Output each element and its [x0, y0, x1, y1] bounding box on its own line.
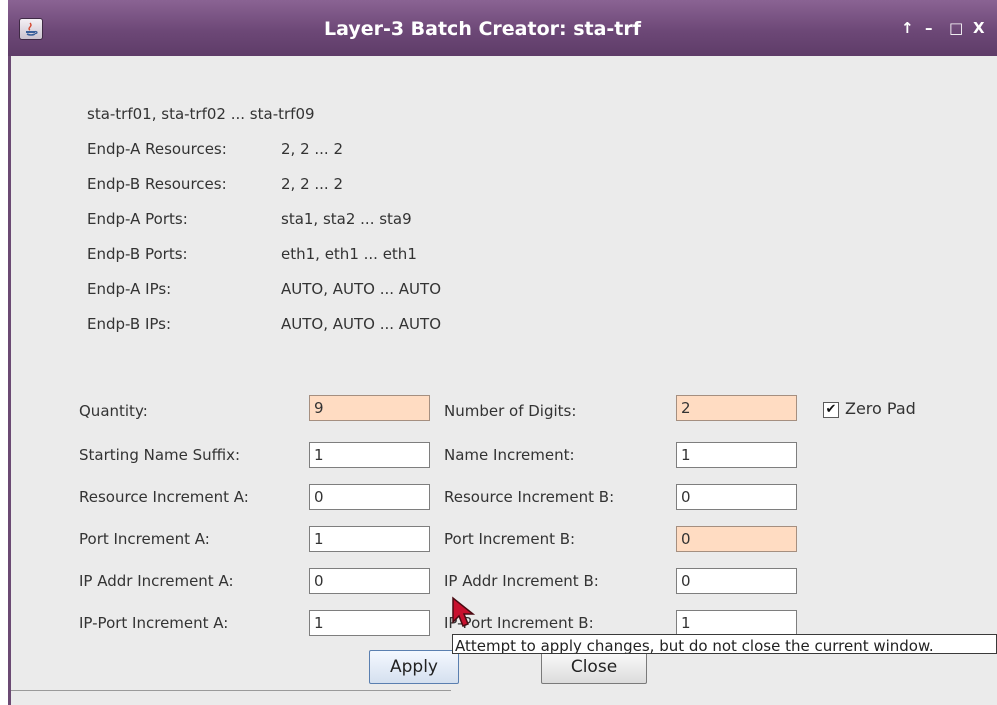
apply-tooltip: Attempt to apply changes, but do not clo…: [452, 634, 997, 654]
summary-value: 2, 2 ... 2: [281, 140, 344, 158]
window-title: Layer-3 Batch Creator: sta-trf: [323, 18, 642, 40]
close-button[interactable]: Close: [541, 650, 647, 684]
summary-label: Endp-A IPs:: [87, 280, 172, 298]
summary-label: Endp-A Resources:: [87, 140, 227, 158]
number-of-digits-field[interactable]: 2: [676, 395, 797, 421]
resource-increment-a-field[interactable]: 0: [309, 484, 430, 510]
ip-addr-increment-b-field[interactable]: 0: [676, 568, 797, 594]
name-increment-label: Name Increment:: [444, 446, 575, 464]
apply-button[interactable]: Apply: [369, 650, 459, 684]
summary-label: Endp-B IPs:: [87, 315, 172, 333]
maximize-icon[interactable]: □: [949, 19, 963, 37]
port-increment-a-label: Port Increment A:: [79, 530, 210, 548]
summary-value: eth1, eth1 ... eth1: [281, 245, 417, 263]
ip-addr-increment-a-field[interactable]: 0: [309, 568, 430, 594]
ip-port-increment-b-field[interactable]: 1: [676, 610, 797, 636]
summary-value: AUTO, AUTO ... AUTO: [281, 315, 442, 333]
mouse-pointer-icon: [452, 596, 476, 627]
ip-addr-increment-b-label: IP Addr Increment B:: [444, 572, 599, 590]
ip-port-increment-a-label: IP-Port Increment A:: [79, 614, 229, 632]
summary-value: sta1, sta2 ... sta9: [281, 210, 412, 228]
close-icon[interactable]: X: [973, 19, 985, 37]
number-of-digits-label: Number of Digits:: [444, 402, 577, 420]
resource-increment-a-label: Resource Increment A:: [79, 488, 249, 506]
port-increment-b-label: Port Increment B:: [444, 530, 576, 548]
dialog-content: sta-trf01, sta-trf02 ... sta-trf09 Endp-…: [11, 56, 997, 705]
zero-pad-label[interactable]: Zero Pad: [845, 400, 916, 418]
resource-increment-b-label: Resource Increment B:: [444, 488, 615, 506]
resource-increment-b-field[interactable]: 0: [676, 484, 797, 510]
batch-creator-window: Layer-3 Batch Creator: sta-trf ↑ – □ X s…: [8, 0, 997, 705]
shade-up-icon[interactable]: ↑: [901, 19, 914, 37]
summary-label: Endp-B Ports:: [87, 245, 188, 263]
summary-value: 2, 2 ... 2: [281, 175, 344, 193]
port-increment-a-field[interactable]: 1: [309, 526, 430, 552]
title-bar[interactable]: Layer-3 Batch Creator: sta-trf ↑ – □ X: [8, 0, 997, 56]
summary-label: Endp-B Resources:: [87, 175, 227, 193]
summary-value: AUTO, AUTO ... AUTO: [281, 280, 442, 298]
ip-addr-increment-a-label: IP Addr Increment A:: [79, 572, 234, 590]
zero-pad-checkbox[interactable]: ✔: [823, 402, 839, 418]
ip-port-increment-a-field[interactable]: 1: [309, 610, 430, 636]
starting-name-suffix-label: Starting Name Suffix:: [79, 446, 241, 464]
name-increment-field[interactable]: 1: [676, 442, 797, 468]
port-increment-b-field[interactable]: 0: [676, 526, 797, 552]
quantity-field[interactable]: 9: [309, 395, 430, 421]
generated-names: sta-trf01, sta-trf02 ... sta-trf09: [87, 105, 315, 123]
minimize-icon[interactable]: –: [925, 19, 933, 37]
summary-label: Endp-A Ports:: [87, 210, 188, 228]
quantity-label: Quantity:: [79, 402, 148, 420]
starting-name-suffix-field[interactable]: 1: [309, 442, 430, 468]
separator: [11, 690, 451, 691]
